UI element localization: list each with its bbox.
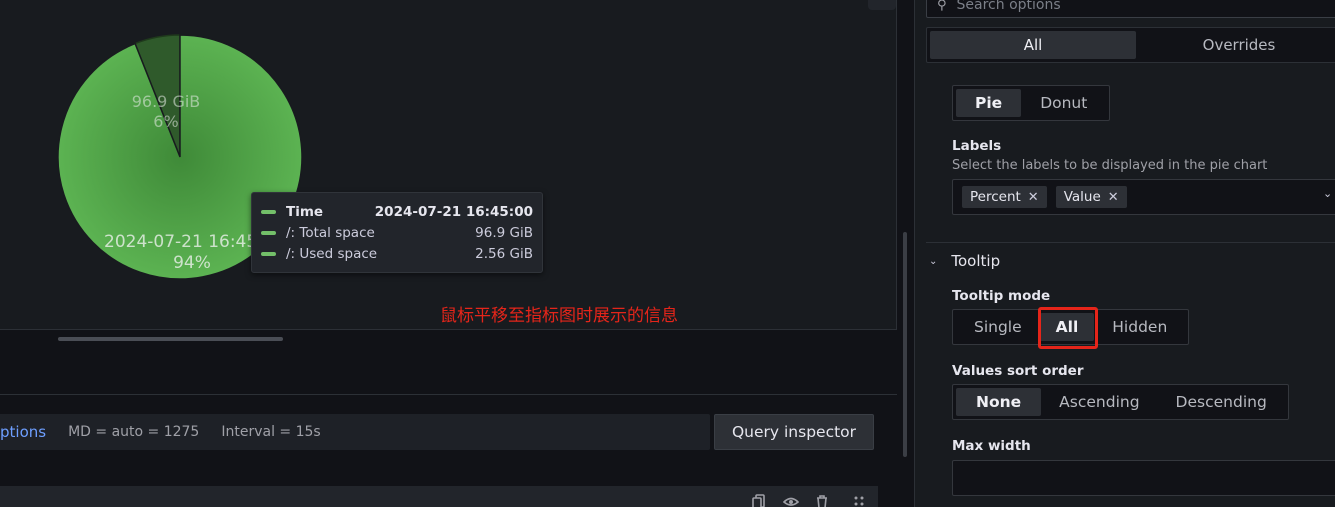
label-chip-value: Value ✕ (1055, 186, 1127, 208)
remove-chip-icon[interactable]: ✕ (1108, 190, 1119, 205)
slice-label-total-value: 96.9 GiB (131, 92, 201, 111)
pie-type-radio-group: Pie Donut (952, 85, 1111, 121)
chart-tooltip: Time 2024-07-21 16:45:00 /: Total space … (251, 192, 543, 273)
search-options-input[interactable]: ⚲ Search options (926, 0, 1335, 18)
drag-handle-icon[interactable] (851, 494, 867, 507)
tooltip-time-value: 2024-07-21 16:45:00 (374, 203, 533, 220)
tooltip-time-label: Time (286, 203, 324, 220)
tooltip-row: /: Total space 96.9 GiB (261, 222, 533, 243)
labels-multiselect[interactable]: Percent ✕ Value ✕ (952, 179, 1335, 215)
sort-descending[interactable]: Descending (1158, 388, 1285, 416)
tooltip-mode-label: Tooltip mode (952, 288, 1051, 304)
sort-order-radio-group: None Ascending Descending (952, 384, 1289, 420)
panel-visualization: 96.9 GiB 6% 2024-07-21 16:45 94% Time 20… (0, 0, 897, 330)
tooltip-row: /: Used space 2.56 GiB (261, 243, 533, 264)
chevron-down-icon: ⌄ (929, 255, 938, 267)
max-width-label: Max width (952, 438, 1031, 454)
section-divider (926, 242, 1335, 243)
tab-overrides[interactable]: Overrides (1136, 31, 1335, 59)
trash-icon[interactable] (814, 494, 830, 507)
max-width-input[interactable] (952, 460, 1335, 496)
annotation-text: 鼠标平移至指标图时展示的信息 (440, 306, 678, 326)
pie-chart[interactable] (0, 0, 897, 330)
query-options-link[interactable]: ptions (0, 423, 46, 441)
tooltip-series-name: /: Used space (286, 245, 378, 262)
tooltip-section-title: Tooltip (951, 252, 1001, 270)
slice-label-used-value: 2024-07-21 16:45 (104, 232, 258, 252)
tooltip-mode-all[interactable]: All (1039, 313, 1095, 341)
sort-none[interactable]: None (956, 388, 1042, 416)
slice-label-total-percent: 6% (153, 112, 179, 131)
options-pane: ⚲ Search options All Overrides Pie Donut… (915, 0, 1335, 507)
duplicate-icon[interactable] (752, 494, 768, 507)
pie-type-donut[interactable]: Donut (1021, 89, 1106, 117)
remove-chip-icon[interactable]: ✕ (1028, 190, 1039, 205)
labels-description: Select the labels to be displayed in the… (952, 158, 1268, 173)
chip-text: Value (1063, 189, 1101, 205)
tooltip-section-header[interactable]: ⌄ Tooltip (926, 250, 1000, 272)
query-interval-info: Interval = 15s (221, 424, 321, 440)
tooltip-mode-radio-group: Single All Hidden (952, 309, 1190, 345)
search-icon: ⚲ (937, 0, 947, 13)
sort-order-label: Values sort order (952, 363, 1084, 379)
horizontal-scrollbar[interactable] (58, 337, 283, 341)
query-row-header (0, 486, 878, 507)
eye-icon[interactable] (783, 494, 799, 507)
query-options-bar: ptions MD = auto = 1275 Interval = 15s (0, 414, 710, 450)
series-swatch (261, 209, 276, 214)
series-swatch (261, 230, 276, 235)
sort-ascending[interactable]: Ascending (1041, 388, 1157, 416)
query-inspector-button[interactable]: Query inspector (714, 414, 874, 450)
tooltip-mode-single[interactable]: Single (956, 313, 1040, 341)
pie-type-pie[interactable]: Pie (956, 89, 1022, 117)
options-tabs: All Overrides (926, 27, 1335, 63)
tooltip-series-value: 2.56 GiB (475, 245, 533, 262)
label-chip-percent: Percent ✕ (962, 186, 1047, 208)
tooltip-series-name: /: Total space (286, 224, 375, 241)
query-md-info: MD = auto = 1275 (68, 424, 200, 440)
search-placeholder: Search options (956, 0, 1061, 13)
tooltip-series-value: 96.9 GiB (475, 224, 533, 241)
series-swatch (261, 251, 276, 256)
labels-title: Labels (952, 138, 1002, 154)
pane-divider (0, 394, 897, 395)
chip-text: Percent (970, 189, 1021, 205)
tab-all[interactable]: All (930, 31, 1136, 59)
tooltip-header-row: Time 2024-07-21 16:45:00 (261, 201, 533, 222)
tooltip-mode-hidden[interactable]: Hidden (1094, 313, 1185, 341)
slice-label-used-percent: 94% (173, 253, 211, 273)
chevron-down-icon[interactable]: ⌄ (1323, 187, 1332, 200)
splitter-handle[interactable] (903, 232, 907, 457)
